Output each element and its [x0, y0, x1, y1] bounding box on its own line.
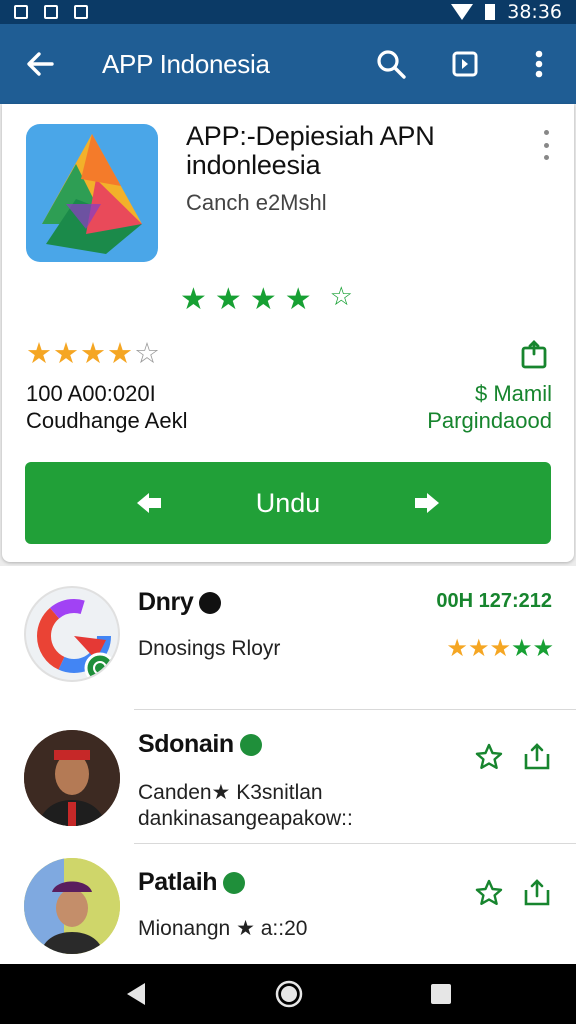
back-button[interactable]	[0, 24, 80, 104]
search-icon	[377, 50, 406, 79]
notification-icon	[44, 5, 58, 19]
app-meta-right: $ Mamil Pargindaood	[427, 380, 552, 434]
status-bar: 38:36	[0, 0, 576, 24]
search-button[interactable]	[354, 24, 428, 104]
star-icon: ★	[467, 634, 490, 662]
star-icon: ★	[489, 634, 511, 662]
star-icon: ★	[214, 282, 242, 317]
star-icon: ★	[180, 282, 207, 317]
verified-badge-icon	[199, 591, 222, 614]
star-outline-icon: ☆	[134, 336, 160, 370]
app-bar-title: APP Indonesia	[102, 48, 270, 79]
star-icon: ★	[446, 634, 468, 662]
verified-badge-icon	[239, 733, 262, 756]
category-label: Coudhange Aekl	[26, 408, 188, 433]
list-item-subtitle: Canden★ K3snitlan dankinasangeapakow::	[138, 780, 353, 832]
list-item-rating: ★ ★ ★ ★ ★	[446, 634, 554, 662]
list-item-name: Dnry	[138, 588, 194, 616]
green-rating: ★ ★ ★ ★ ☆	[180, 282, 353, 317]
share-icon[interactable]	[522, 878, 552, 908]
list-item-actions	[474, 878, 552, 908]
star-icon: ★	[107, 336, 133, 370]
rewind-icon	[137, 493, 161, 513]
star-icon[interactable]	[474, 742, 504, 772]
app-detail-card: APP:-Depiesiah APN indonleesia Canch e2M…	[2, 104, 574, 562]
list-item-name: Sdonain	[138, 730, 234, 758]
status-time: 38:36	[507, 1, 562, 23]
star-outline-icon: ☆	[329, 282, 353, 312]
nav-back-icon[interactable]	[123, 981, 149, 1007]
star-icon: ★	[532, 634, 554, 662]
app-bar: APP Indonesia	[0, 24, 576, 104]
card-more-button[interactable]	[536, 130, 556, 160]
share-icon[interactable]	[520, 340, 548, 370]
app-title: APP:-Depiesiah APN indonleesia	[186, 121, 435, 180]
list-item-name: Patlaih	[138, 868, 218, 896]
list-item-subtitle-line2: dankinasangeapakow::	[138, 807, 353, 830]
app-icon	[26, 124, 158, 262]
star-icon: ★	[26, 336, 52, 370]
price-label: $ Mamil	[474, 381, 552, 406]
list-item-actions	[474, 742, 552, 772]
share-icon[interactable]	[522, 742, 552, 772]
list-item-title: Patlaih	[138, 868, 246, 897]
rating-stars[interactable]: ★ ★ ★ ★ ☆	[26, 336, 160, 370]
app-meta-left: 100 A00:020I Coudhange Aekl	[26, 380, 187, 434]
list-item-title: Dnry	[138, 588, 222, 617]
app-icon	[24, 586, 120, 682]
star-icon: ★	[249, 282, 277, 317]
star-icon: ★	[284, 282, 312, 317]
avatar	[24, 730, 120, 826]
list-item[interactable]: Dnry Dnosings Rloyr 00H 127:212 ★ ★ ★ ★ …	[0, 566, 576, 710]
verified-badge-icon	[223, 871, 246, 894]
wifi-icon	[451, 4, 474, 20]
forward-icon	[414, 493, 439, 513]
app-developer: Canch e2Mshl	[186, 190, 327, 215]
more-vert-icon	[535, 50, 543, 78]
list-item[interactable]: Patlaih Mionangn ★ a::20	[0, 844, 576, 964]
back-arrow-icon	[27, 52, 54, 76]
star-icon: ★	[53, 336, 79, 370]
app-list: Dnry Dnosings Rloyr 00H 127:212 ★ ★ ★ ★ …	[0, 566, 576, 964]
list-item-subtitle: Dnosings Rloyr	[138, 637, 281, 660]
more-options-button[interactable]	[502, 24, 576, 104]
list-item[interactable]: Sdonain Canden★ K3snitlan dankinasangeap…	[0, 710, 576, 844]
install-button-label: Undu	[255, 487, 321, 518]
install-button[interactable]: Undu	[25, 462, 551, 544]
list-item-date: 00H 127:212	[436, 590, 552, 612]
nav-home-icon[interactable]	[274, 979, 304, 1009]
downloads-count: 100 A00:020I	[26, 381, 156, 406]
download-button[interactable]	[428, 24, 502, 104]
list-item-subtitle: Mionangn ★ a::20	[138, 917, 308, 940]
avatar	[24, 858, 120, 954]
star-icon: ★	[510, 634, 533, 662]
battery-icon	[485, 4, 496, 20]
download-icon	[452, 51, 478, 77]
list-item-subtitle-line1: Canden★ K3snitlan	[138, 781, 323, 804]
system-nav-bar	[0, 964, 576, 1024]
publisher-link[interactable]: Pargindaood	[427, 407, 552, 434]
nav-recents-icon[interactable]	[429, 982, 453, 1006]
notification-icon	[74, 5, 88, 19]
star-icon: ★	[80, 336, 106, 370]
star-icon[interactable]	[474, 878, 504, 908]
more-vert-icon	[543, 130, 549, 135]
notification-icons	[14, 5, 88, 19]
list-item-title: Sdonain	[138, 730, 262, 759]
notification-icon	[14, 5, 28, 19]
